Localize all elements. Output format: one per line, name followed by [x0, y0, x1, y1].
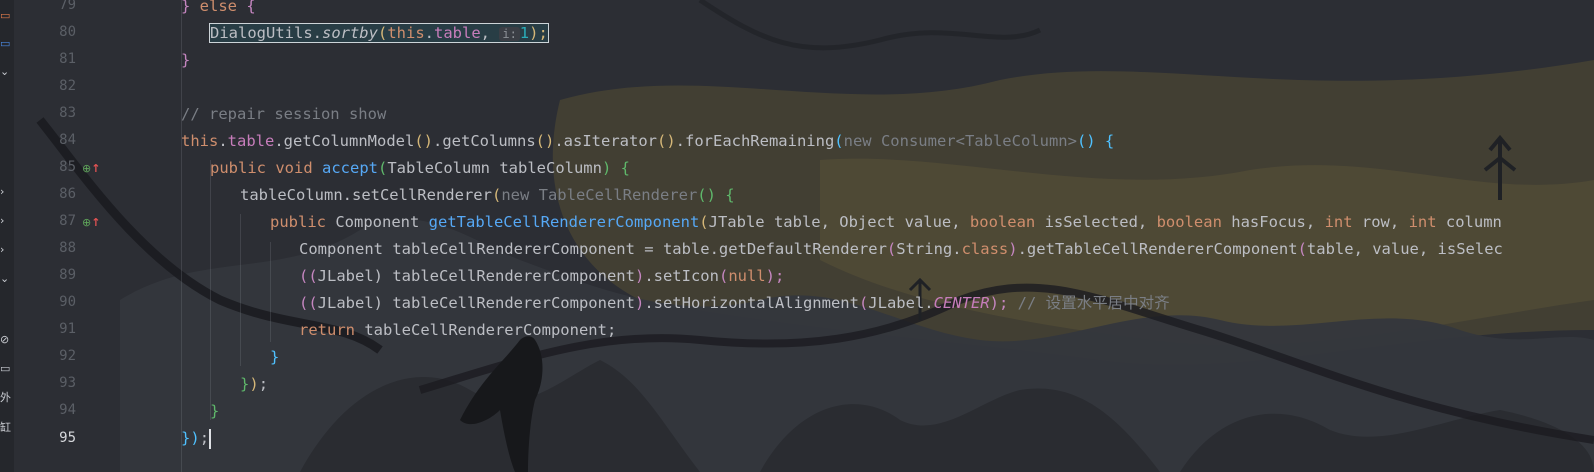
- code-line: ((JLabel) tableCellRendererComponent).se…: [299, 267, 785, 285]
- code-line: return tableCellRendererComponent;: [299, 321, 617, 339]
- code-line: public void accept(TableColumn tableColu…: [210, 159, 630, 177]
- code-line: tableColumn.setCellRenderer(new TableCel…: [240, 186, 735, 204]
- code-line: public Component getTableCellRendererCom…: [270, 213, 1502, 231]
- text-caret: [209, 428, 212, 449]
- parameter-hint: i:: [499, 27, 520, 41]
- code-line: });: [240, 375, 269, 393]
- code-line: }: [210, 402, 220, 420]
- code-line-current: });: [181, 428, 212, 449]
- code-comment: // 设置水平居中对齐: [1008, 294, 1170, 312]
- selection-highlight: DialogUtils.sortby(this.table, i: 1);: [209, 23, 549, 43]
- code-line-selected: DialogUtils.sortby(this.table, i: 1);: [209, 20, 549, 47]
- code-line: } else {: [181, 0, 256, 15]
- code-line: ((JLabel) tableCellRendererComponent).se…: [299, 294, 1170, 312]
- code-line: this.table.getColumnModel().getColumns()…: [181, 132, 1115, 150]
- code-line: }: [181, 51, 191, 69]
- code-line: Component tableCellRendererComponent = t…: [299, 240, 1503, 258]
- code-editor[interactable]: } else { DialogUtils.sortby(this.table, …: [0, 0, 1594, 472]
- code-line: }: [270, 348, 280, 366]
- code-comment: // repair session show: [181, 105, 387, 123]
